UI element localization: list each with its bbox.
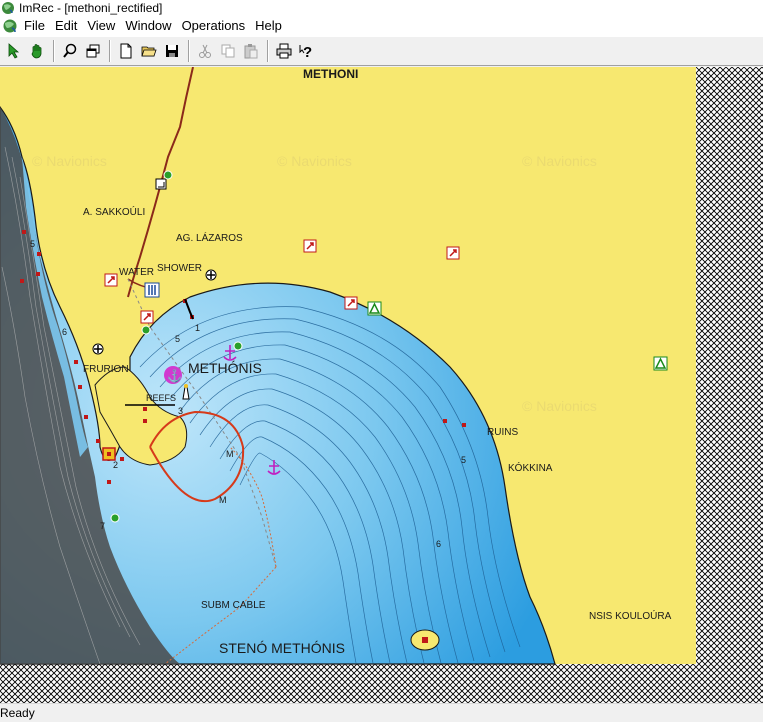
church-cross-icon — [205, 269, 217, 281]
svg-text:5: 5 — [30, 239, 35, 249]
app-window: ImRec - [methoni_rectified] File Edit Vi… — [0, 0, 763, 722]
menu-window[interactable]: Window — [125, 16, 179, 36]
label-kokkina: KÓKKINA — [508, 461, 553, 474]
info-sign-icon — [104, 273, 118, 287]
pointer-arrow-icon — [8, 43, 20, 59]
window-title: ImRec - [methoni_rectified] — [19, 0, 163, 15]
toolbar-separator — [53, 40, 55, 62]
islet-marker — [422, 637, 428, 643]
menu-file[interactable]: File — [24, 16, 53, 36]
label-shower: SHOWER — [157, 263, 202, 274]
new-file-button[interactable] — [115, 40, 137, 62]
label-subm-cable: SUBM CABLE — [201, 600, 266, 611]
title-bar: ImRec - [methoni_rectified] — [0, 0, 763, 15]
copy-icon — [221, 44, 235, 58]
printer-icon — [276, 43, 292, 59]
clipboard-icon — [244, 44, 258, 59]
info-sign-icon — [303, 239, 317, 253]
watermark-4: © Navionics — [522, 398, 597, 414]
magnifier-icon — [63, 43, 77, 58]
label-steno-methonis: STENÓ METHÓNIS — [219, 640, 345, 656]
menu-edit[interactable]: Edit — [55, 16, 85, 36]
toolbar-separator — [267, 40, 269, 62]
label-lazaros: AG. LÁZAROS — [176, 231, 243, 244]
windows-icon — [86, 44, 100, 58]
label-methonis: METHÓNIS — [188, 360, 262, 376]
map-view[interactable]: © Navionics © Navionics © Navionics © Na… — [0, 67, 763, 703]
app-globe-icon — [2, 1, 14, 14]
menu-help[interactable]: Help — [255, 16, 290, 36]
church-cross-icon — [92, 343, 104, 355]
menu-operations[interactable]: Operations — [182, 16, 254, 36]
help-button[interactable]: ? — [296, 40, 318, 62]
print-button[interactable] — [273, 40, 295, 62]
svg-text:3: 3 — [178, 406, 183, 416]
svg-text:6: 6 — [436, 539, 441, 549]
label-reefs: REEFS — [146, 393, 176, 403]
toolbar: ? — [0, 37, 763, 66]
restaurant-icon — [144, 282, 160, 298]
svg-text:2: 2 — [113, 460, 118, 470]
menu-bar: File Edit View Window Operations Help — [0, 15, 763, 37]
help-question-icon: ? — [299, 44, 312, 59]
window-button[interactable] — [82, 40, 104, 62]
svg-text:M: M — [226, 449, 234, 459]
toolbar-separator — [188, 40, 190, 62]
label-kouloura: NSIS KOULOÚRA — [589, 609, 672, 622]
nautical-chart[interactable]: © Navionics © Navionics © Navionics © Na… — [0, 67, 763, 703]
svg-text:1: 1 — [195, 323, 200, 333]
floppy-disk-icon — [166, 45, 178, 57]
marina-icon: ⚓ — [164, 366, 182, 384]
label-sakkouli: A. SAKKOÚLI — [83, 205, 145, 218]
svg-text:M: M — [219, 495, 227, 505]
open-folder-icon — [141, 46, 157, 57]
fuel-station-icon — [155, 178, 167, 190]
label-water: WATER — [119, 267, 154, 278]
svg-text:5: 5 — [461, 455, 466, 465]
label-ruins: RUINS — [487, 427, 518, 438]
svg-text:6: 6 — [62, 327, 67, 337]
watermark-3: © Navionics — [522, 153, 597, 169]
app-menu-icon[interactable] — [2, 18, 18, 34]
nodata-area-bottom — [0, 664, 763, 703]
toolbar-separator — [109, 40, 111, 62]
label-frurion: FRURION — [83, 364, 129, 375]
label-methoni: METHONI — [303, 67, 358, 81]
open-button[interactable] — [138, 40, 160, 62]
watermark-2: © Navionics — [277, 153, 352, 169]
watermark-1: © Navionics — [32, 153, 107, 169]
nodata-area-right — [696, 67, 763, 703]
info-sign-icon — [140, 310, 154, 324]
hand-icon — [31, 44, 42, 59]
svg-text:?: ? — [303, 44, 312, 59]
harbor-marker-icon — [102, 447, 116, 461]
camping-tent-icon — [367, 301, 382, 316]
pan-hand-button[interactable] — [26, 40, 48, 62]
save-button[interactable] — [161, 40, 183, 62]
svg-text:5: 5 — [175, 334, 180, 344]
svg-text:7: 7 — [100, 521, 105, 531]
paste-button[interactable] — [240, 40, 262, 62]
copy-button[interactable] — [217, 40, 239, 62]
scissors-icon — [199, 44, 211, 58]
status-bar: Ready — [0, 703, 763, 722]
zoom-button[interactable] — [59, 40, 81, 62]
new-document-icon — [120, 43, 132, 59]
info-sign-icon — [344, 296, 358, 310]
info-sign-icon — [446, 246, 460, 260]
svg-text:⚓: ⚓ — [167, 369, 182, 383]
status-text: Ready — [0, 706, 35, 720]
menu-view[interactable]: View — [87, 16, 123, 36]
camping-tent-icon — [653, 356, 668, 371]
cut-button[interactable] — [194, 40, 216, 62]
pointer-tool-button[interactable] — [3, 40, 25, 62]
